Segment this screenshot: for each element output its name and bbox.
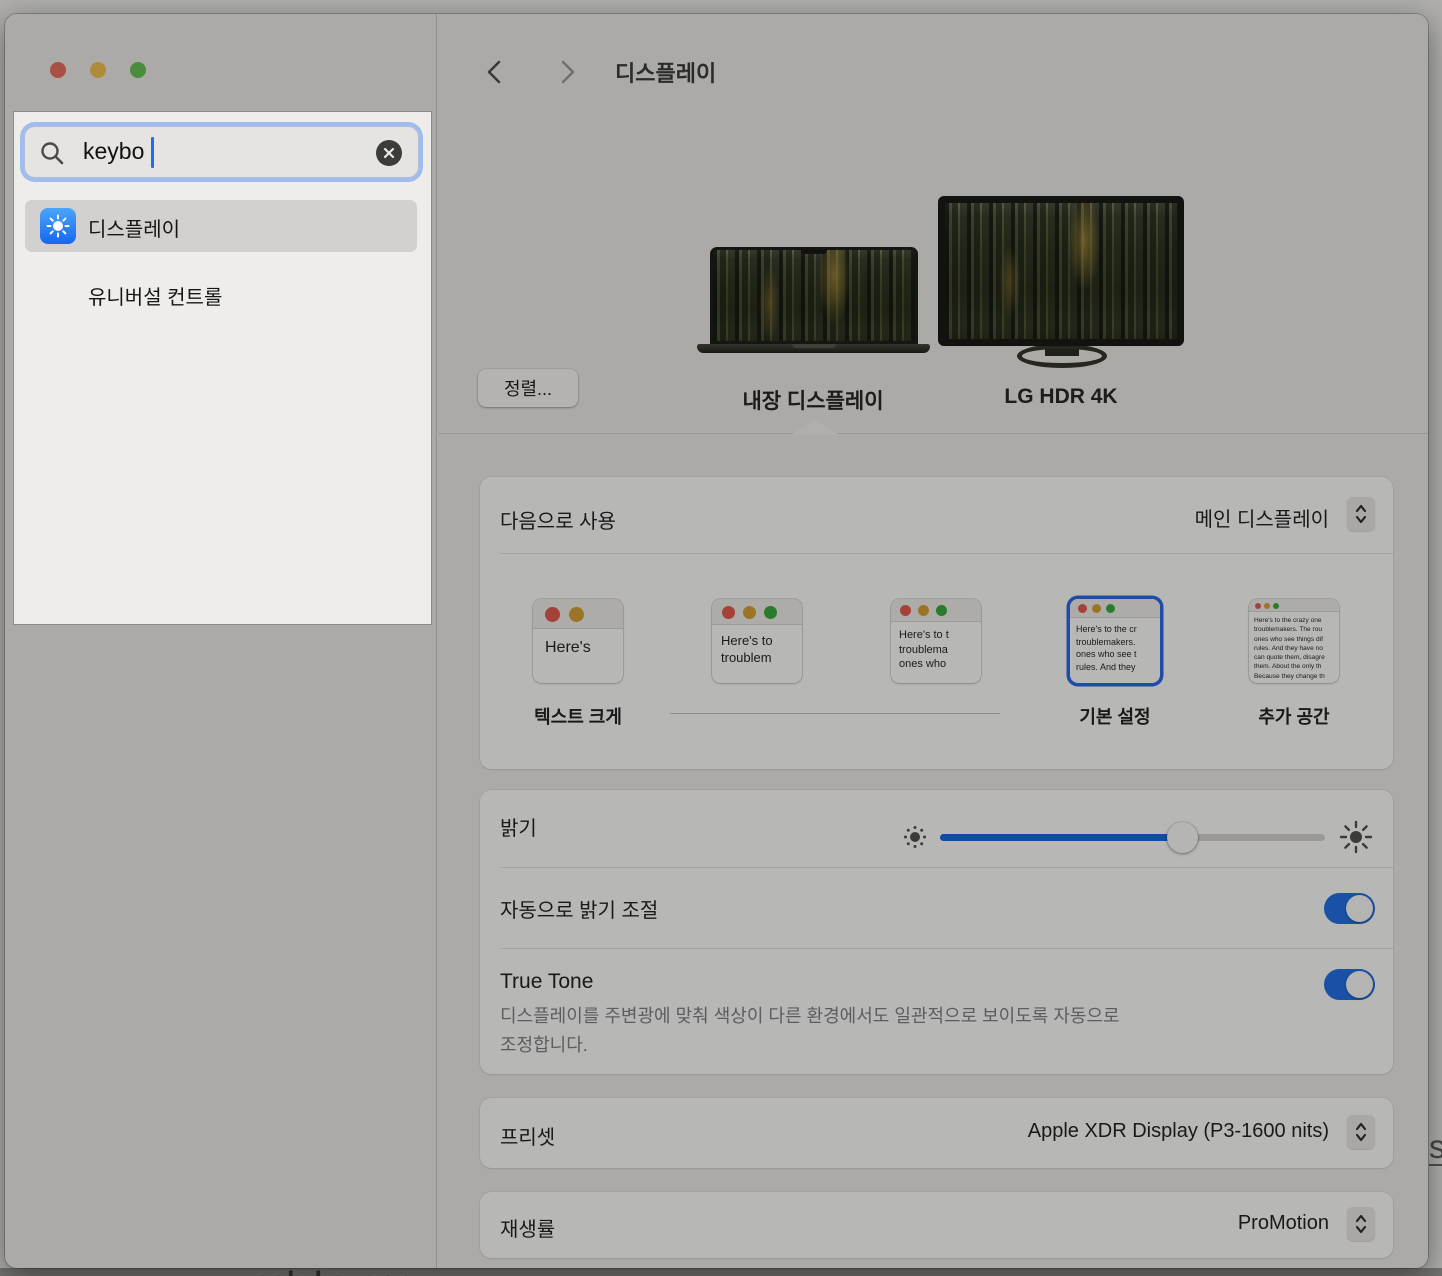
- search-result-label: 유니버설 컨트롤: [88, 281, 222, 310]
- mini-titlebar: [891, 599, 981, 622]
- close-button[interactable]: [50, 62, 66, 78]
- brightness-slider-knob[interactable]: [1167, 822, 1198, 853]
- mini-text: Here's totroublem: [712, 625, 802, 666]
- mini-text: Here's to ttroublemaones who: [891, 622, 981, 672]
- preset-label: 프리셋: [500, 1121, 555, 1150]
- refresh-rate-label: 재생률: [500, 1213, 555, 1242]
- brightness-card: 밝기: [480, 790, 1393, 1074]
- sun-large-icon: [1338, 819, 1374, 855]
- preset-stepper[interactable]: [1347, 1115, 1375, 1149]
- sun-glyph: [45, 213, 71, 239]
- use-as-value: 메인 디스플레이: [1195, 503, 1329, 532]
- search-icon: [39, 140, 65, 166]
- monitor-foot: [1017, 344, 1107, 368]
- lg-display-label: LG HDR 4K: [938, 385, 1184, 409]
- scaling-label-default: 기본 설정: [1035, 703, 1195, 729]
- scaling-label-larger-text: 텍스트 크게: [498, 703, 658, 729]
- separator: [500, 948, 1393, 949]
- brightness-slider[interactable]: [940, 834, 1325, 841]
- auto-brightness-toggle[interactable]: [1324, 893, 1375, 924]
- selected-display-pointer: [791, 419, 839, 435]
- true-tone-description: 디스플레이를 주변광에 맞춰 색상이 다른 환경에서도 일관적으로 보이도록 자…: [500, 1002, 1120, 1060]
- background-partial-text: ssh-keygen: [255, 1268, 414, 1276]
- mini-text: Here's to the crtroublemakers.ones who s…: [1070, 618, 1160, 673]
- use-as-label: 다음으로 사용: [500, 505, 616, 534]
- sun-small-icon: [900, 822, 930, 852]
- arrange-button[interactable]: 정렬...: [478, 369, 578, 407]
- mini-titlebar: [1249, 599, 1339, 612]
- refresh-rate-stepper[interactable]: [1347, 1207, 1375, 1241]
- laptop-hinge: [792, 344, 836, 348]
- laptop-base: [697, 344, 930, 353]
- search-result-label: 디스플레이: [88, 213, 180, 242]
- preset-value: Apple XDR Display (P3-1600 nits): [1028, 1120, 1329, 1143]
- mini-titlebar: [1070, 599, 1160, 618]
- mini-titlebar: [712, 599, 802, 625]
- resolution-card: 다음으로 사용 메인 디스플레이 Here's: [480, 477, 1393, 769]
- search-value: keybo: [83, 138, 144, 165]
- sidebar: keybo: [5, 14, 437, 1268]
- scaling-option-2[interactable]: Here's totroublem: [712, 599, 802, 683]
- background-window-strip: ssh-keygen: [0, 1268, 1442, 1276]
- use-as-stepper[interactable]: [1347, 497, 1375, 531]
- x-icon: [383, 147, 395, 159]
- toggle-knob: [1346, 895, 1373, 922]
- builtin-display-thumbnail[interactable]: [710, 247, 918, 344]
- scaling-option-more-space[interactable]: Here's to the crazy onetroublemakers. Th…: [1249, 599, 1339, 683]
- brightness-slider-fill: [940, 834, 1175, 841]
- display-picker-area: [438, 14, 1428, 434]
- system-settings-window: keybo: [5, 14, 1428, 1268]
- minimize-button[interactable]: [90, 62, 106, 78]
- mini-text: Here's to the crazy onetroublemakers. Th…: [1249, 612, 1339, 681]
- search-input[interactable]: keybo: [24, 126, 419, 178]
- chevron-left-icon[interactable]: [480, 57, 510, 87]
- scaling-label-more-space: 추가 공간: [1214, 703, 1374, 729]
- scaling-option-larger-text[interactable]: Here's: [533, 599, 623, 683]
- page-title: 디스플레이: [615, 56, 716, 88]
- chevron-right-icon[interactable]: [552, 57, 582, 87]
- mini-titlebar: [533, 599, 623, 629]
- scaling-option-3[interactable]: Here's to ttroublemaones who: [891, 599, 981, 683]
- lg-display-thumbnail[interactable]: [938, 196, 1184, 346]
- text-cursor: [151, 137, 154, 168]
- toggle-knob: [1346, 971, 1373, 998]
- mini-text: Here's: [533, 629, 623, 657]
- clear-search-button[interactable]: [376, 140, 402, 166]
- zoom-button[interactable]: [130, 62, 146, 78]
- up-down-chevrons-icon: [1354, 1121, 1368, 1143]
- background-partial-letter: s: [1429, 1128, 1442, 1166]
- true-tone-label: True Tone: [500, 970, 593, 994]
- builtin-display-label: 내장 디스플레이: [708, 385, 918, 415]
- search-result-universal-control[interactable]: 유니버설 컨트롤: [25, 268, 417, 320]
- display-brightness-icon: [40, 208, 76, 244]
- true-tone-toggle[interactable]: [1324, 969, 1375, 1000]
- separator: [500, 553, 1393, 554]
- scaling-connector-line: [670, 713, 1000, 714]
- refresh-rate-value: ProMotion: [1238, 1212, 1329, 1235]
- up-down-chevrons-icon: [1354, 1213, 1368, 1235]
- separator: [500, 867, 1393, 868]
- scaling-option-default[interactable]: Here's to the crtroublemakers.ones who s…: [1070, 599, 1160, 683]
- preset-card: 프리셋 Apple XDR Display (P3-1600 nits): [480, 1098, 1393, 1168]
- laptop-notch: [801, 249, 827, 254]
- brightness-label: 밝기: [500, 812, 537, 841]
- up-down-chevrons-icon: [1354, 503, 1368, 525]
- screenshot-stage: ssh-keygen s keybo: [0, 0, 1442, 1276]
- search-result-display[interactable]: 디스플레이: [25, 200, 417, 252]
- auto-brightness-label: 자동으로 밝기 조절: [500, 894, 658, 923]
- refresh-rate-card: 재생률 ProMotion: [480, 1192, 1393, 1258]
